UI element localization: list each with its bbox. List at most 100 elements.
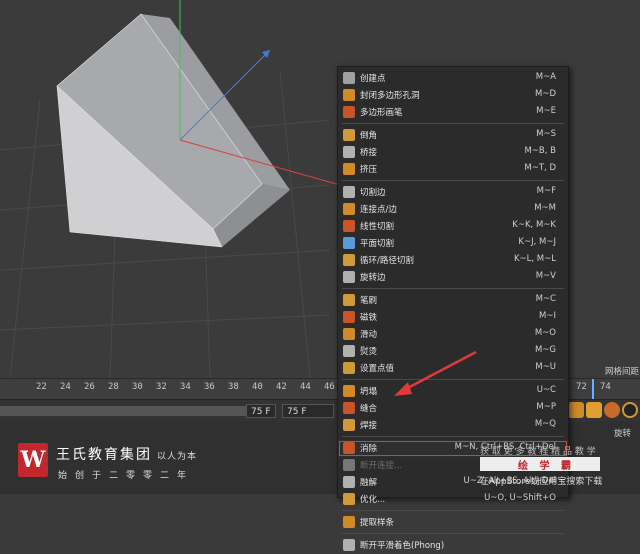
menu-item-label: 创建点 bbox=[360, 74, 386, 84]
timeline-tick: 72 bbox=[576, 382, 587, 392]
menu-item-icon bbox=[343, 254, 355, 266]
menu-item-label: 缝合 bbox=[360, 404, 378, 414]
auto-key-icon[interactable] bbox=[586, 402, 602, 418]
menu-item[interactable]: 设置点值 M~U bbox=[338, 360, 568, 377]
timeline-playhead[interactable] bbox=[592, 379, 594, 399]
menu-item-label: 断开平滑着色(Phong) bbox=[360, 541, 445, 551]
menu-item[interactable]: 旋转边 M~V bbox=[338, 269, 568, 286]
menu-item[interactable]: 缝合 M~P bbox=[338, 400, 568, 417]
menu-item-shortcut: M~G bbox=[534, 345, 556, 355]
menu-item-shortcut: K~J, M~J bbox=[518, 237, 556, 247]
menu-item-shortcut: M~O bbox=[534, 328, 556, 338]
menu-separator bbox=[342, 288, 564, 289]
menu-item-shortcut: M~B, B bbox=[524, 146, 556, 156]
timeline-tick: 40 bbox=[252, 382, 263, 392]
menu-item[interactable]: 封闭多边形孔洞 M~D bbox=[338, 87, 568, 104]
menu-item-label: 封闭多边形孔洞 bbox=[360, 91, 420, 101]
menu-item-icon bbox=[343, 459, 355, 471]
menu-item-label: 滑动 bbox=[360, 330, 378, 340]
menu-item-icon bbox=[343, 311, 355, 323]
menu-item[interactable]: 循环/路径切割 K~L, M~L bbox=[338, 252, 568, 269]
menu-item-icon bbox=[343, 186, 355, 198]
menu-item[interactable]: 挤压 M~T, D bbox=[338, 161, 568, 178]
menu-item[interactable]: 焊接 M~Q bbox=[338, 417, 568, 434]
menu-item[interactable]: 磁铁 M~I bbox=[338, 309, 568, 326]
menu-item-icon bbox=[343, 72, 355, 84]
menu-item-label: 平面切割 bbox=[360, 239, 395, 249]
timeline-tick: 44 bbox=[300, 382, 311, 392]
menu-item-icon bbox=[343, 220, 355, 232]
menu-item-shortcut: M~Q bbox=[534, 419, 556, 429]
rotate-label: 旋转 bbox=[614, 429, 632, 439]
menu-item-label: 多边形画笔 bbox=[360, 108, 403, 118]
menu-item-icon bbox=[343, 129, 355, 141]
timeline-tick: 36 bbox=[204, 382, 215, 392]
menu-item-shortcut: K~K, M~K bbox=[512, 220, 556, 230]
menu-item[interactable]: 创建点 M~A bbox=[338, 70, 568, 87]
menu-item-icon bbox=[343, 237, 355, 249]
menu-item-label: 焊接 bbox=[360, 421, 378, 431]
menu-item-label: 线性切割 bbox=[360, 222, 395, 232]
menu-item-icon bbox=[343, 203, 355, 215]
brand-logo: W bbox=[18, 443, 48, 477]
timeline-tick: 34 bbox=[180, 382, 191, 392]
timeline-tick: 26 bbox=[84, 382, 95, 392]
menu-item[interactable]: 平面切割 K~J, M~J bbox=[338, 235, 568, 252]
timeline-tick: 24 bbox=[60, 382, 71, 392]
menu-item-label: 熨烫 bbox=[360, 347, 378, 357]
menu-item-shortcut: M~T, D bbox=[524, 163, 556, 173]
timeline-tick: 32 bbox=[156, 382, 167, 392]
menu-item[interactable]: 切割边 M~F bbox=[338, 184, 568, 201]
timeline-tick: 46 bbox=[324, 382, 335, 392]
brand-tagline: 以人为本 bbox=[157, 452, 198, 462]
menu-item-icon bbox=[343, 89, 355, 101]
menu-item[interactable]: 笔刷 M~C bbox=[338, 292, 568, 309]
brand-name: 王氏教育集团 bbox=[56, 447, 152, 463]
menu-item[interactable]: 滑动 M~O bbox=[338, 326, 568, 343]
menu-item[interactable]: 倒角 M~S bbox=[338, 127, 568, 144]
menu-item-label: 旋转边 bbox=[360, 273, 386, 283]
timeline-tick: 74 bbox=[600, 382, 611, 392]
menu-item[interactable]: 桥接 M~B, B bbox=[338, 144, 568, 161]
menu-item-label: 切割边 bbox=[360, 188, 386, 198]
menu-item[interactable]: 多边形画笔 M~E bbox=[338, 104, 568, 121]
menu-item-icon bbox=[343, 516, 355, 528]
menu-item-shortcut: M~E bbox=[536, 106, 556, 116]
menu-separator bbox=[342, 180, 564, 181]
menu-item[interactable]: 线性切割 K~K, M~K bbox=[338, 218, 568, 235]
keyframe-selection-icon[interactable] bbox=[604, 402, 620, 418]
menu-separator bbox=[342, 379, 564, 380]
timeline-tick: 30 bbox=[132, 382, 143, 392]
menu-item[interactable]: 熨烫 M~G bbox=[338, 343, 568, 360]
menu-item-icon bbox=[343, 442, 355, 454]
menu-item[interactable]: 坍塌 U~C bbox=[338, 383, 568, 400]
menu-separator bbox=[342, 436, 564, 437]
menu-item-label: 消除 bbox=[360, 444, 378, 454]
record-key-icon[interactable] bbox=[568, 402, 584, 418]
menu-item[interactable]: 连接点/边 M~M bbox=[338, 201, 568, 218]
menu-item[interactable]: 断开平滑着色(Phong) bbox=[338, 537, 568, 554]
menu-item-icon bbox=[343, 328, 355, 340]
menu-item-shortcut: M~C bbox=[535, 294, 556, 304]
menu-item-icon bbox=[343, 146, 355, 158]
menu-item-icon bbox=[343, 163, 355, 175]
watermark-download-text: 在AppStore或应用宝搜索下载 bbox=[480, 477, 603, 487]
menu-item-shortcut: M~V bbox=[535, 271, 556, 281]
menu-item[interactable]: 提取样条 bbox=[338, 514, 568, 531]
menu-item-shortcut: M~U bbox=[535, 362, 556, 372]
timeline-tick: 22 bbox=[36, 382, 47, 392]
menu-item-icon bbox=[343, 419, 355, 431]
menu-item-icon bbox=[343, 539, 355, 551]
menu-item-shortcut: K~L, M~L bbox=[513, 254, 556, 264]
menu-item-label: 断开连接... bbox=[360, 461, 403, 471]
position-key-icon[interactable] bbox=[622, 402, 638, 418]
menu-item-icon bbox=[343, 402, 355, 414]
frame-max-field[interactable]: 75 F bbox=[282, 404, 334, 418]
watermark-text: 获 取 更 多 教 程 精 品 教 学 bbox=[480, 447, 596, 457]
menu-separator bbox=[342, 123, 564, 124]
menu-separator bbox=[342, 510, 564, 511]
menu-item-icon bbox=[343, 493, 355, 505]
watermark-banner-text: 绘 学 霸 bbox=[518, 461, 575, 472]
frame-range-slider[interactable] bbox=[0, 406, 250, 416]
frame-end-field[interactable]: 75 F bbox=[246, 404, 276, 418]
